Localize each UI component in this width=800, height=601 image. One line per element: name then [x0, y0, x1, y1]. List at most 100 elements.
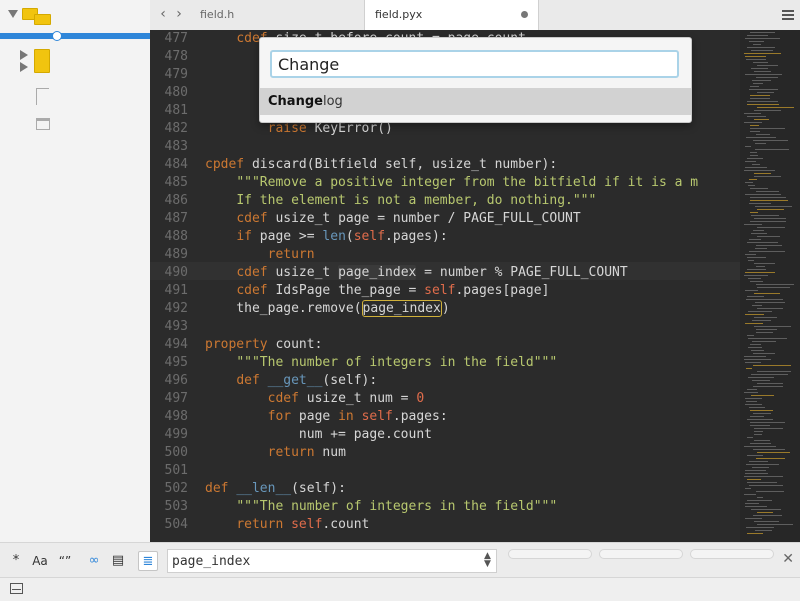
code-line[interactable]: 498 for page in self.pages:	[150, 408, 750, 426]
code-line[interactable]: 503 """The number of integers in the fie…	[150, 498, 750, 516]
file-icon[interactable]	[36, 88, 49, 105]
code-line[interactable]: 494 property count:	[150, 336, 750, 354]
code-line[interactable]: 490 cdef usize_t page_index = number % P…	[150, 264, 750, 282]
minimap-line	[750, 197, 786, 198]
code-line[interactable]: 501	[150, 462, 750, 480]
code-line[interactable]: 495 """The number of integers in the fie…	[150, 354, 750, 372]
line-number: 483	[164, 139, 188, 154]
panel-toggle-icon[interactable]	[10, 583, 23, 594]
minimap-line	[750, 410, 773, 411]
find-all-button[interactable]	[690, 549, 774, 559]
code-line[interactable]: 491 cdef IdsPage the_page = self.pages[p…	[150, 282, 750, 300]
code-line[interactable]: 492 the_page.remove(page_index)	[150, 300, 750, 318]
collapse-triangle-icon[interactable]	[20, 50, 28, 60]
find-prev-button[interactable]	[599, 549, 683, 559]
expand-triangle-icon[interactable]	[8, 10, 18, 18]
minimap-line	[750, 95, 770, 96]
minimap-line	[754, 119, 769, 120]
minimap-line	[757, 65, 778, 66]
code-line[interactable]: 499 num += page.count	[150, 426, 750, 444]
minimap-line	[745, 182, 753, 183]
minimap-line	[750, 221, 786, 222]
code-line[interactable]: 493	[150, 318, 750, 336]
find-history-icon[interactable]: ▲ ▼	[484, 552, 491, 569]
code-line[interactable]: 497 cdef usize_t num = 0	[150, 390, 750, 408]
whole-word-toggle-button[interactable]: “”	[55, 551, 75, 571]
code-text: cdef IdsPage the_page = self.pages[page]	[236, 283, 550, 298]
code-text: return self.count	[236, 517, 370, 532]
minimap-line	[756, 134, 770, 135]
code-line[interactable]: 486 If the element is not a member, do n…	[150, 192, 750, 210]
line-number: 480	[164, 85, 188, 100]
modified-indicator-icon[interactable]	[521, 11, 528, 18]
find-input[interactable]	[167, 549, 497, 573]
minimap-line	[747, 389, 757, 390]
minimap-line	[748, 338, 787, 339]
forward-icon[interactable]: ›	[172, 6, 186, 22]
case-sensitive-toggle-button[interactable]: Aa	[30, 551, 50, 571]
wrap-toggle-icon[interactable]: ∞	[84, 551, 104, 571]
minimap-line	[752, 320, 771, 321]
folder-tree-root[interactable]	[0, 6, 150, 25]
code-line[interactable]: 488 if page >= len(self.pages):	[150, 228, 750, 246]
minimap-line	[756, 329, 777, 330]
code-line[interactable]: 485 """Remove a positive integer from th…	[150, 174, 750, 192]
minimap-line	[745, 272, 775, 273]
minimap-line	[744, 446, 776, 447]
code-text: def __len__(self):	[205, 481, 346, 496]
code-line[interactable]: 489 return	[150, 246, 750, 264]
minimap-line	[757, 92, 774, 93]
minimap-line	[753, 353, 775, 354]
code-line[interactable]: 502 def __len__(self):	[150, 480, 750, 498]
code-line[interactable]: 500 return num	[150, 444, 750, 462]
line-number: 481	[164, 103, 188, 118]
file-icon[interactable]	[36, 118, 50, 130]
minimap[interactable]	[740, 30, 800, 542]
minimap-line	[752, 80, 771, 81]
minimap-line	[755, 248, 767, 249]
tab-field-h[interactable]: field.h	[190, 0, 365, 30]
minimap-line	[754, 173, 771, 174]
minimap-line	[749, 251, 785, 252]
minimap-line	[750, 32, 775, 33]
code-text: def __get__(self):	[236, 373, 378, 388]
tab-field-pyx[interactable]: field.pyx	[364, 0, 539, 30]
goto-result-item[interactable]: Changelog	[260, 88, 691, 115]
menu-icon[interactable]	[782, 8, 794, 20]
selected-tree-row[interactable]	[0, 33, 150, 39]
minimap-line	[744, 53, 781, 54]
minimap-line	[748, 311, 772, 312]
back-icon[interactable]: ‹	[156, 6, 170, 22]
minimap-line	[744, 170, 775, 171]
code-text: num += page.count	[205, 427, 432, 442]
line-number: 499	[164, 427, 188, 442]
in-selection-toggle-icon[interactable]: ▤	[108, 551, 128, 571]
minimap-line	[748, 278, 761, 279]
minimap-line	[756, 491, 784, 492]
status-bar	[0, 577, 800, 601]
minimap-line	[754, 293, 780, 294]
minimap-line	[757, 512, 773, 513]
minimap-line	[745, 473, 768, 474]
code-line[interactable]: 496 def __get__(self):	[150, 372, 750, 390]
regex-toggle-button[interactable]: *	[6, 551, 26, 571]
code-line[interactable]: 504 return self.count	[150, 516, 750, 534]
find-button[interactable]	[508, 549, 592, 559]
highlight-matches-toggle-icon[interactable]: ≣	[138, 551, 158, 571]
minimap-line	[749, 407, 765, 408]
minimap-line	[745, 488, 751, 489]
collapse-triangle-icon[interactable]	[20, 62, 28, 72]
minimap-line	[752, 341, 776, 342]
minimap-line	[754, 317, 777, 318]
minimap-line	[753, 449, 785, 450]
close-icon[interactable]: ✕	[782, 551, 794, 567]
minimap-line	[747, 533, 763, 534]
code-line[interactable]: 487 cdef usize_t page = number / PAGE_FU…	[150, 210, 750, 228]
goto-anything-input[interactable]	[270, 50, 679, 78]
minimap-line	[747, 242, 778, 243]
folder-tree-item[interactable]	[0, 48, 150, 73]
code-text: cdef usize_t page_index = number % PAGE_…	[236, 265, 628, 280]
code-line[interactable]: 483	[150, 138, 750, 156]
code-line[interactable]: 484 cpdef discard(Bitfield self, usize_t …	[150, 156, 750, 174]
minimap-line	[751, 68, 768, 69]
